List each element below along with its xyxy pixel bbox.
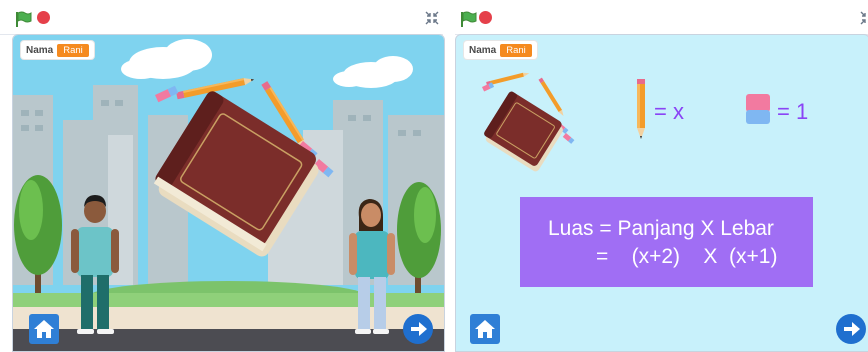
player-name: Rani bbox=[500, 43, 532, 57]
home-button[interactable] bbox=[29, 314, 59, 344]
home-icon bbox=[475, 320, 495, 338]
next-button[interactable] bbox=[403, 314, 433, 344]
player-name-tag: Nama Rani bbox=[464, 41, 537, 59]
player-label: Nama bbox=[469, 44, 497, 56]
player-label: Nama bbox=[26, 44, 54, 56]
eraser-icon bbox=[562, 133, 575, 144]
left-project-player: Nama Rani bbox=[0, 0, 447, 352]
stop-icon[interactable] bbox=[37, 11, 50, 24]
right-stage: Nama Rani = x = 1 Luas = Panjang X Lebar… bbox=[455, 34, 868, 352]
player-name-tag: Nama Rani bbox=[21, 41, 94, 59]
fullscreen-icon[interactable] bbox=[424, 10, 440, 26]
left-controls-bar bbox=[0, 0, 443, 35]
arrow-right-icon bbox=[411, 322, 427, 336]
city-park-scene bbox=[13, 35, 444, 351]
eraser-icon bbox=[746, 94, 770, 124]
right-controls-bar bbox=[455, 0, 868, 35]
left-stage: Nama Rani bbox=[12, 34, 445, 352]
pencil-icon bbox=[637, 79, 645, 139]
stop-icon[interactable] bbox=[479, 11, 492, 24]
home-icon bbox=[34, 320, 54, 338]
arrow-right-icon bbox=[844, 322, 860, 336]
player-name: Rani bbox=[57, 43, 89, 57]
formula-line-1: Luas = Panjang X Lebar bbox=[548, 217, 774, 240]
area-formula-box: Luas = Panjang X Lebar = (x+2) X (x+1) bbox=[520, 197, 813, 287]
pencil-icon bbox=[486, 72, 530, 86]
fullscreen-icon[interactable] bbox=[859, 10, 868, 26]
right-project-player: Nama Rani = x = 1 Luas = Panjang X Lebar… bbox=[455, 0, 868, 352]
book-stationery-illustration bbox=[482, 72, 575, 172]
green-flag-icon[interactable] bbox=[459, 10, 477, 28]
home-button[interactable] bbox=[470, 314, 500, 344]
formula-line-2: = (x+2) X (x+1) bbox=[596, 245, 778, 268]
next-button[interactable] bbox=[836, 314, 866, 344]
pencil-value-label: = x bbox=[654, 99, 684, 124]
eraser-value-label: = 1 bbox=[777, 99, 809, 124]
green-flag-icon[interactable] bbox=[14, 10, 32, 28]
